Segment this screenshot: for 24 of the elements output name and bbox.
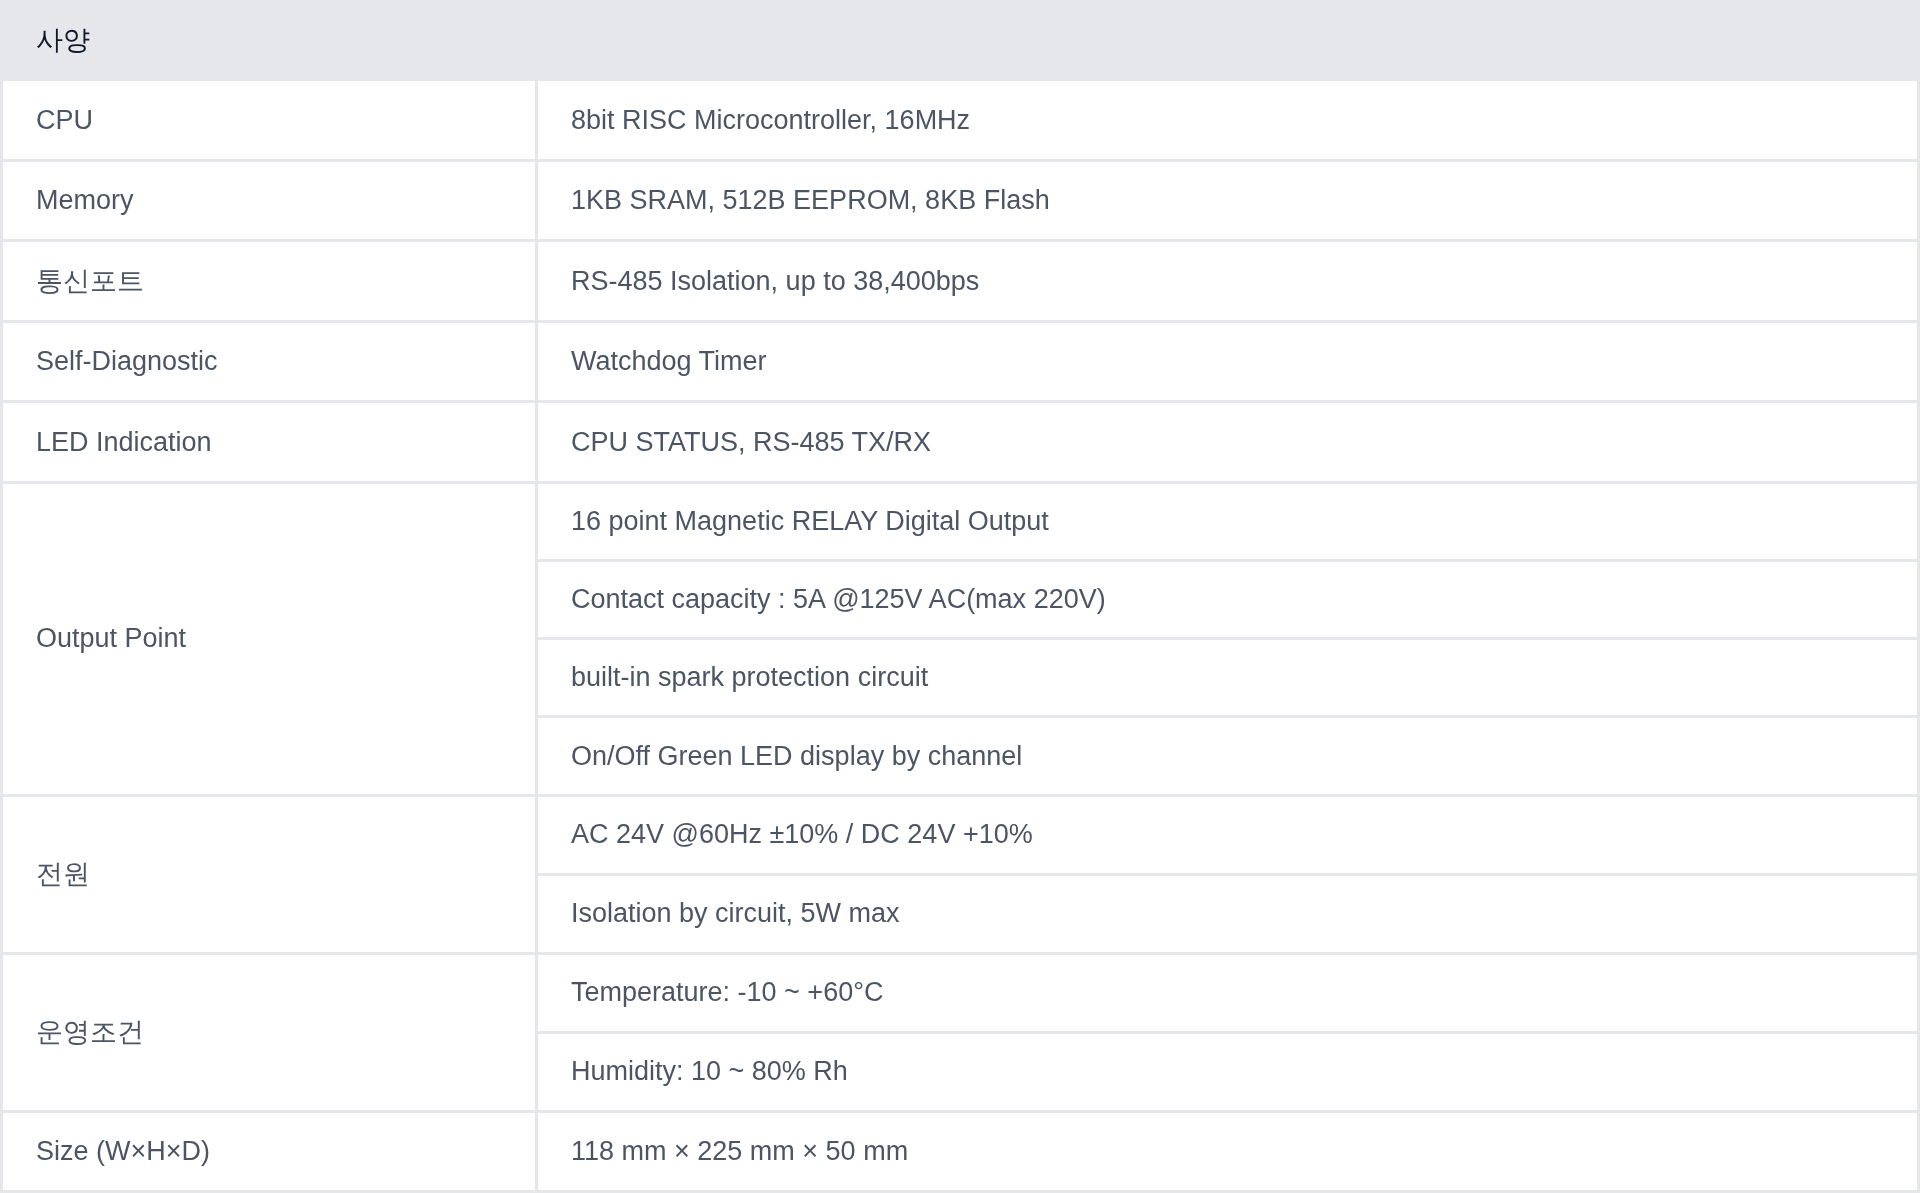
label-text: Output Point bbox=[36, 622, 187, 656]
value-text: Humidity: 10 ~ 80% Rh bbox=[571, 1055, 848, 1089]
value-text: CPU STATUS, RS-485 TX/RX bbox=[571, 425, 932, 459]
value-text: 8bit RISC Microcontroller, 16MHz bbox=[571, 103, 971, 137]
value-text: Contact capacity : 5A @125V AC(max 220V) bbox=[571, 583, 1106, 617]
label-text: Self-Diagnostic bbox=[36, 345, 218, 378]
value-text: RS-485 Isolation, up to 38,400bps bbox=[571, 264, 980, 298]
value-text: On/Off Green LED display by channel bbox=[571, 739, 1023, 773]
label-text: 전원 bbox=[36, 857, 90, 891]
label-text: LED Indication bbox=[36, 425, 212, 459]
label-text: Memory bbox=[36, 184, 134, 217]
value-text: Isolation by circuit, 5W max bbox=[571, 897, 900, 931]
label-text: Size (W×H×D) bbox=[36, 1135, 211, 1168]
value-text: Temperature: -10 ~ +60°C bbox=[571, 976, 884, 1010]
table-title: 사양 bbox=[36, 24, 90, 58]
value-text: Watchdog Timer bbox=[571, 345, 767, 378]
value-text: 118 mm × 225 mm × 50 mm bbox=[571, 1135, 909, 1168]
value-text: built-in spark protection circuit bbox=[571, 661, 929, 695]
label-text: CPU bbox=[36, 103, 93, 137]
label-text: 운영조건 bbox=[36, 1015, 144, 1049]
value-text: 1KB SRAM, 512B EEPROM, 8KB Flash bbox=[571, 184, 1050, 217]
value-text: AC 24V @60Hz ±10% / DC 24V +10% bbox=[571, 818, 1033, 852]
value-text: 16 point Magnetic RELAY Digital Output bbox=[571, 504, 1049, 538]
label-text: 통신포트 bbox=[36, 264, 144, 298]
